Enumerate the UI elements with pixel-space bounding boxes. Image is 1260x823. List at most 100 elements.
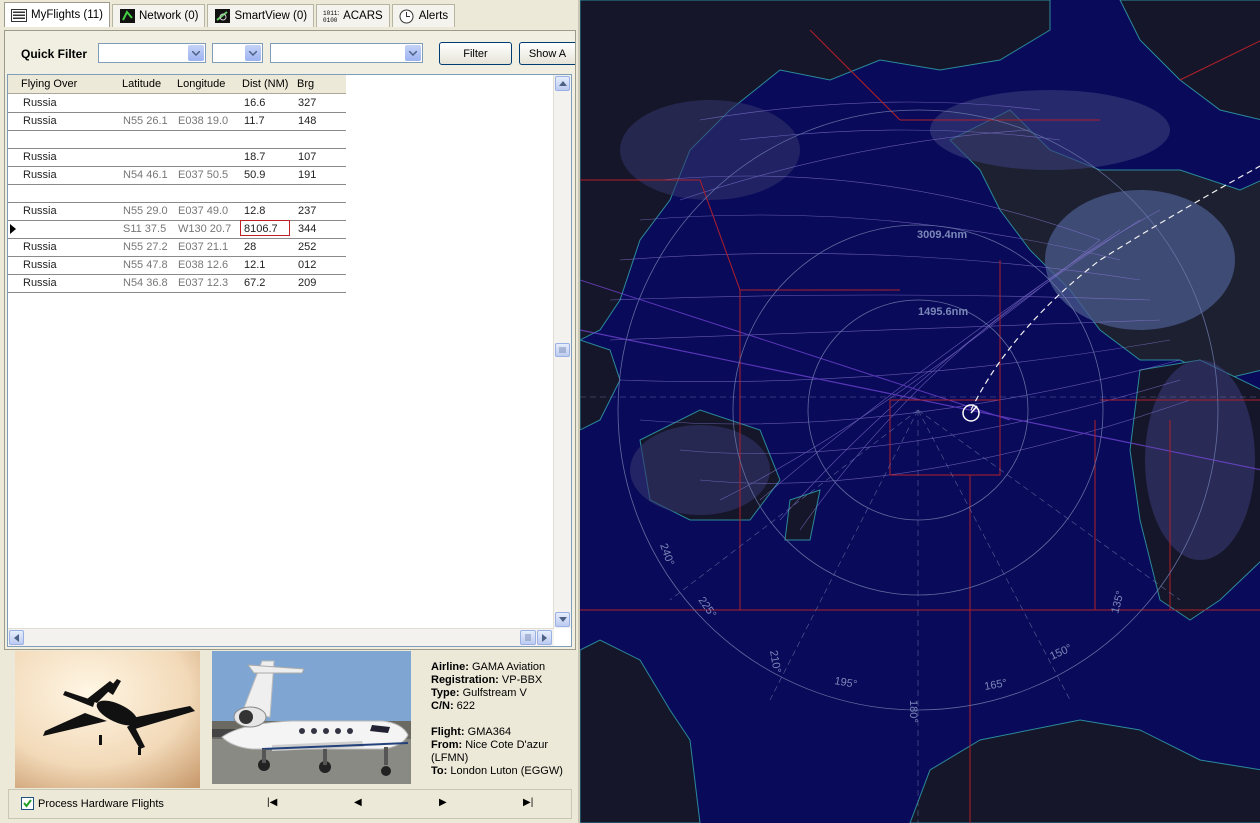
filter-button[interactable]: Filter <box>439 42 512 65</box>
table-cell-lat: N55 29.0 <box>123 205 168 217</box>
bottom-bar: Process Hardware Flights |◀ ◀ ▶ ▶| <box>8 789 572 819</box>
bearing-label: 180° <box>907 700 919 723</box>
scroll-down-icon[interactable] <box>555 612 570 627</box>
show-all-button[interactable]: Show A <box>519 42 575 65</box>
table-row[interactable]: Russia N55 29.0 E037 49.0 12.8 237 <box>8 202 346 221</box>
tab-label: Alerts <box>418 10 449 22</box>
table-cell-dist: 16.6 <box>244 97 266 109</box>
tab-label: ACARS <box>343 10 383 22</box>
filter-field-combo[interactable] <box>98 43 206 63</box>
last-record-button[interactable]: ▶| <box>523 797 533 808</box>
radar-map[interactable]: 3009.4nm 1495.6nm 240° 225° 210° 195° 18… <box>578 0 1260 823</box>
scroll-thumb[interactable] <box>555 343 570 357</box>
table-cell-lon: E037 49.0 <box>178 205 229 217</box>
table-cell-lon: E038 12.6 <box>178 259 229 271</box>
type-label: Type: <box>431 687 460 699</box>
table-row[interactable]: Russia N55 26.1 E038 19.0 11.7 148 <box>8 112 346 131</box>
table-row[interactable] <box>8 184 346 203</box>
registration-label: Registration: <box>431 674 499 686</box>
table-cell-dist: 67.2 <box>244 277 266 289</box>
previous-record-button[interactable]: ◀ <box>354 797 362 808</box>
horizontal-scrollbar[interactable] <box>8 628 554 646</box>
tab-acars[interactable]: 101110100 ACARS <box>316 4 390 27</box>
tab-label: Network (0) <box>139 10 199 22</box>
vertical-scrollbar[interactable] <box>553 75 571 628</box>
acars-icon: 101110100 <box>323 9 339 23</box>
quick-filter-label: Quick Filter <box>21 47 88 61</box>
table-cell-dist: 12.8 <box>244 205 266 217</box>
range-label-inner: 1495.6nm <box>918 306 968 318</box>
chevron-down-icon[interactable] <box>188 45 204 61</box>
map-canvas[interactable]: 3009.4nm 1495.6nm 240° 225° 210° 195° 18… <box>580 0 1260 823</box>
clock-icon <box>399 9 415 23</box>
table-row[interactable]: Russia N55 27.2 E037 21.1 28 252 <box>8 238 346 257</box>
table-cell-lon: E037 12.3 <box>178 277 229 289</box>
table-cell-brg: 327 <box>298 97 317 109</box>
table-row[interactable] <box>8 130 346 149</box>
column-header-latitude[interactable]: Latitude <box>122 78 161 90</box>
left-panel: MyFlights (11) Network (0) SmartView (0)… <box>0 0 578 823</box>
tab-network[interactable]: Network (0) <box>112 4 206 27</box>
cn-value: 622 <box>456 700 476 712</box>
to-label: To: <box>431 765 448 777</box>
network-icon <box>119 9 135 23</box>
table-cell-lon: E037 21.1 <box>178 241 229 253</box>
table-cell-brg: 344 <box>298 223 317 235</box>
column-header-brg[interactable]: Brg <box>297 78 314 90</box>
table-row[interactable]: Russia N55 47.8 E038 12.6 12.1 012 <box>8 256 346 275</box>
table-row[interactable]: Russia N54 46.1 E037 50.5 50.9 191 <box>8 166 346 185</box>
airline-label: Airline: <box>431 661 469 673</box>
first-record-button[interactable]: |◀ <box>267 797 277 808</box>
range-label-outer: 3009.4nm <box>917 229 967 241</box>
table-cell-brg: 148 <box>298 115 317 127</box>
table-row[interactable]: Russia N54 36.8 E037 12.3 67.2 209 <box>8 274 346 293</box>
filter-value-combo[interactable] <box>270 43 423 63</box>
tab-alerts[interactable]: Alerts <box>391 4 456 27</box>
scroll-right-icon[interactable] <box>537 630 552 645</box>
table-cell-lat: S11 37.5 <box>123 223 167 235</box>
column-header-dist[interactable]: Dist (NM) <box>242 78 288 90</box>
table-cell-over: Russia <box>23 259 57 271</box>
airline-value: GAMA Aviation <box>471 661 546 673</box>
table-cell-brg: 012 <box>298 259 317 271</box>
aircraft-info: Airline: GAMA Aviation Registration: VP-… <box>431 661 576 778</box>
table-cell-lat: N54 36.8 <box>123 277 168 289</box>
table-cell-brg: 191 <box>298 169 317 181</box>
table-row[interactable]: Russia 18.7 107 <box>8 148 346 167</box>
checkbox-checked-icon[interactable] <box>21 797 34 810</box>
aircraft-silhouette-image <box>15 651 200 788</box>
aircraft-silhouette-photo <box>15 651 200 788</box>
chevron-down-icon[interactable] <box>245 45 261 61</box>
table-cell-lat: N55 26.1 <box>123 115 168 127</box>
tab-smartview[interactable]: SmartView (0) <box>207 4 315 27</box>
tab-strip: MyFlights (11) Network (0) SmartView (0)… <box>4 2 457 28</box>
tab-myflights[interactable]: MyFlights (11) <box>4 2 110 27</box>
smartview-icon <box>214 9 230 23</box>
table-cell-brg: 107 <box>298 151 317 163</box>
table-row[interactable]: Russia 16.6 327 <box>8 94 346 113</box>
hscroll-thumb[interactable] <box>520 630 536 645</box>
flight-value: GMA364 <box>467 726 512 738</box>
cn-label: C/N: <box>431 700 454 712</box>
filter-operator-combo[interactable] <box>212 43 263 63</box>
scroll-up-icon[interactable] <box>555 76 570 91</box>
next-record-button[interactable]: ▶ <box>439 797 447 808</box>
table-cell-lon: W130 20.7 <box>178 223 232 235</box>
table-cell-dist: 8106.7 <box>240 220 290 236</box>
table-cell-dist: 18.7 <box>244 151 266 163</box>
flight-label: Flight: <box>431 726 465 738</box>
to-value: London Luton (EGGW) <box>450 765 563 777</box>
process-hardware-checkbox[interactable]: Process Hardware Flights <box>21 797 164 810</box>
column-header-flying-over[interactable]: Flying Over <box>21 78 77 90</box>
table-row[interactable]: S11 37.5 W130 20.7 8106.7 344 <box>8 220 346 239</box>
scroll-left-icon[interactable] <box>9 630 24 645</box>
from-label: From: <box>431 739 463 751</box>
svg-text:10111: 10111 <box>323 10 339 17</box>
table-cell-brg: 237 <box>298 205 317 217</box>
table-cell-lat: N54 46.1 <box>123 169 168 181</box>
process-hardware-label: Process Hardware Flights <box>38 797 164 810</box>
table-cell-dist: 28 <box>244 241 257 253</box>
chevron-down-icon[interactable] <box>405 45 421 61</box>
column-header-longitude[interactable]: Longitude <box>177 78 225 90</box>
table-cell-over: Russia <box>23 151 57 163</box>
